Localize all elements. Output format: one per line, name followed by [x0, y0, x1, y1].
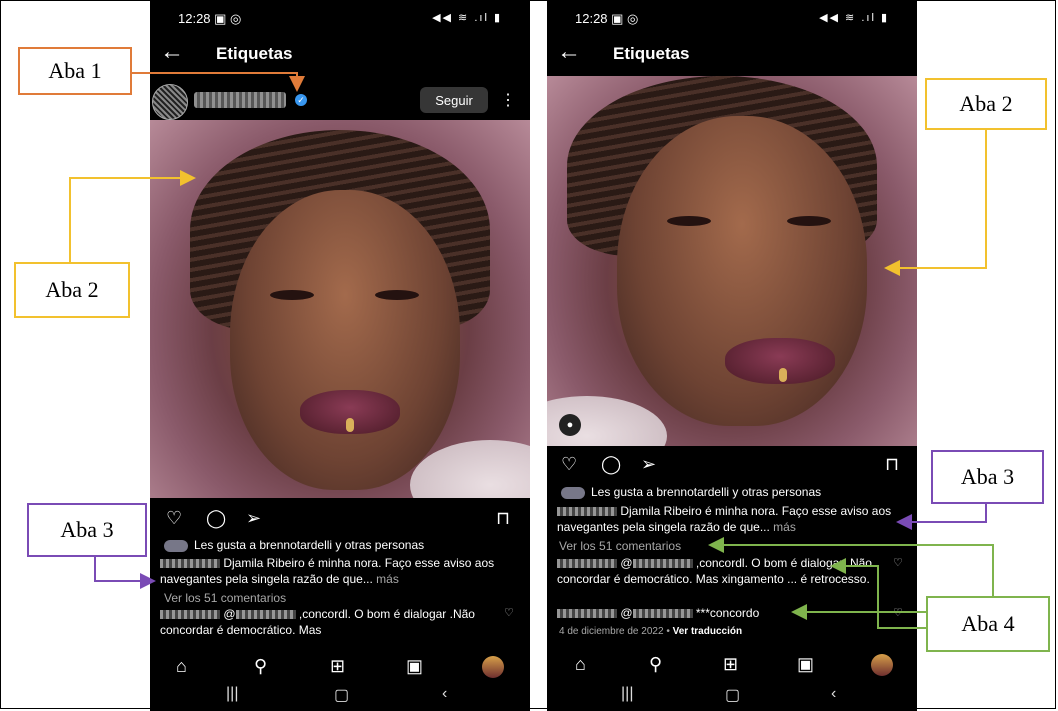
aba2-right-connector: [884, 128, 987, 276]
annotation-connectors: [69, 72, 994, 629]
aba3-left-connector: [94, 556, 156, 589]
label-aba1: Aba 1: [18, 47, 132, 95]
aba4-connector-view: [708, 537, 994, 596]
label-aba3-left: Aba 3: [27, 503, 147, 557]
aba4-connector-comment: [830, 558, 926, 629]
aba2-left-connector: [69, 170, 196, 262]
label-aba2-left: Aba 2: [14, 262, 130, 318]
label-aba2-right: Aba 2: [925, 78, 1047, 130]
aba3-right-connector: [896, 504, 987, 530]
aba1-connector: [132, 72, 305, 92]
label-aba3-right: Aba 3: [931, 450, 1044, 504]
label-aba4: Aba 4: [926, 596, 1050, 652]
